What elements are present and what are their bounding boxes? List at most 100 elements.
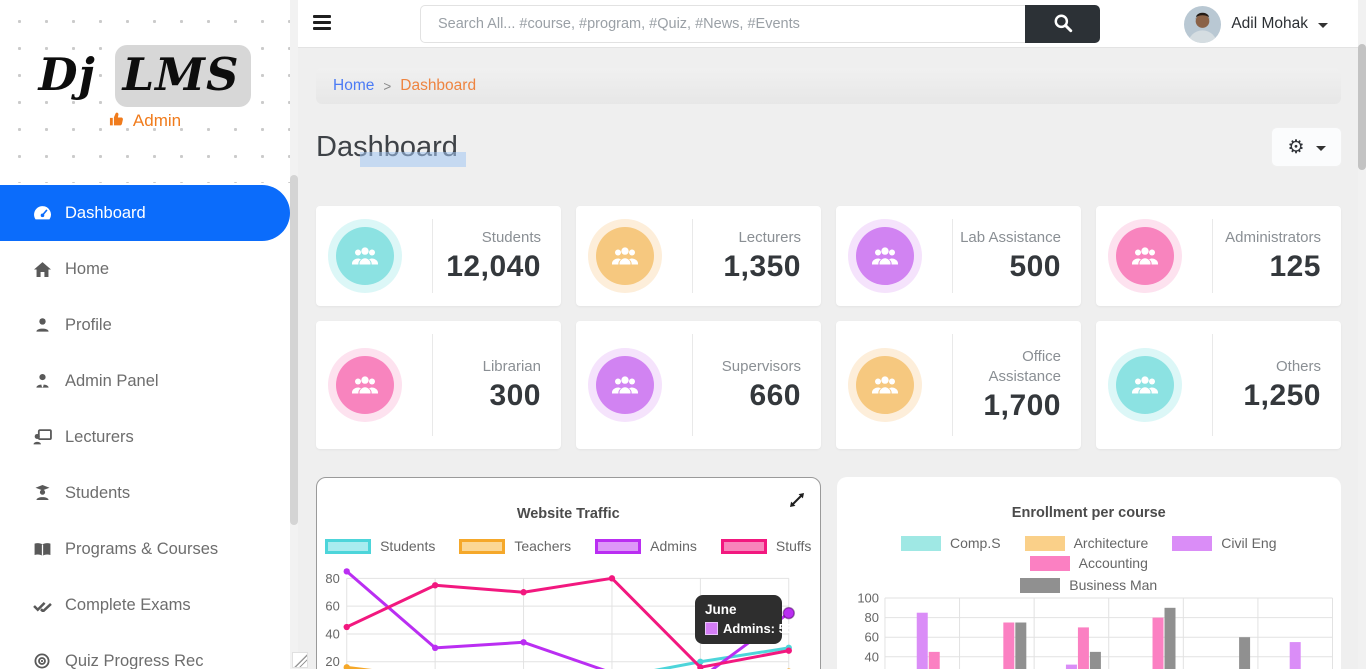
legend-swatch (1172, 536, 1212, 551)
stat-icon-ring (1108, 219, 1182, 293)
admin-role-link[interactable]: Admin (109, 111, 181, 132)
stat-label: Office Assistance (957, 347, 1061, 388)
legend-label: Teachers (514, 538, 571, 554)
legend-item[interactable]: Architecture (1025, 535, 1149, 551)
sidebar-item-lecturers[interactable]: Lecturers (0, 409, 290, 465)
legend-label: Students (380, 538, 435, 554)
topbar: Adil Mohak (298, 0, 1358, 48)
tooltip-title: June (705, 602, 772, 617)
stat-value: 125 (1225, 250, 1321, 284)
divider (432, 219, 433, 293)
search-input[interactable] (420, 5, 1025, 43)
stat-card-administrators: Administrators125 (1096, 206, 1341, 306)
stat-value: 500 (960, 250, 1061, 284)
stat-icon-ring (328, 348, 402, 422)
stat-label: Supervisors (722, 357, 801, 377)
stat-value: 1,700 (957, 389, 1061, 423)
stat-value: 12,040 (446, 250, 541, 284)
svg-text:40: 40 (864, 649, 878, 664)
settings-dropdown-button[interactable]: ⚙ (1272, 128, 1341, 166)
legend-item[interactable]: Business Man (1020, 577, 1157, 593)
users-group-icon (856, 356, 914, 414)
legend-item[interactable]: Teachers (459, 538, 571, 554)
users-group-icon (596, 356, 654, 414)
sidebar-item-quiz-progress[interactable]: Quiz Progress Rec (0, 633, 290, 669)
stat-card-supervisors: Supervisors660 (576, 321, 821, 449)
bullseye-icon (32, 653, 52, 669)
svg-text:40: 40 (325, 626, 339, 641)
logo-highlight: LMS (115, 45, 252, 107)
sidebar-item-dashboard[interactable]: Dashboard (0, 185, 290, 241)
main-area: Adil Mohak Home > Dashboard Dashboard ⚙ … (298, 0, 1358, 669)
sidebar-item-profile[interactable]: Profile (0, 297, 290, 353)
sidebar-scrollbar-thumb[interactable] (290, 175, 298, 525)
stat-label: Lab Assistance (960, 228, 1061, 248)
app-logo[interactable]: Dj LMS (39, 52, 252, 97)
avatar (1184, 6, 1221, 43)
sidebar-item-complete-exams[interactable]: Complete Exams (0, 577, 290, 633)
page-scrollbar-thumb[interactable] (1358, 44, 1366, 170)
user-menu[interactable]: Adil Mohak (1184, 5, 1328, 43)
legend-item[interactable]: Students (325, 538, 435, 554)
users-group-icon (336, 227, 394, 285)
breadcrumb-home-link[interactable]: Home (333, 77, 374, 95)
users-group-icon (1116, 356, 1174, 414)
legend-item[interactable]: Accounting (1030, 555, 1148, 571)
divider (1212, 219, 1213, 293)
legend-label: Comp.S (950, 535, 1001, 551)
sidebar-item-admin-panel[interactable]: Admin Panel (0, 353, 290, 409)
legend-swatch (595, 539, 641, 554)
logo-prefix: Dj (39, 48, 96, 101)
divider (1212, 334, 1213, 436)
stat-card-students: Students12,040 (316, 206, 561, 306)
chart-legend: Students Teachers Admins Stuffs (317, 538, 820, 554)
sidebar-item-programs-courses[interactable]: Programs & Courses (0, 521, 290, 577)
expand-icon[interactable] (787, 490, 807, 515)
check-double-icon (32, 599, 52, 612)
stat-icon-ring (588, 219, 662, 293)
chevron-down-icon (1316, 146, 1326, 151)
gauge-icon (32, 205, 52, 221)
stat-icon-ring (848, 348, 922, 422)
sidebar-item-label: Lecturers (65, 428, 134, 447)
website-traffic-chart-card: Website Traffic StudentsTeachersAdminsSt… (316, 477, 821, 669)
chart-title: Enrollment per course (837, 477, 1342, 521)
breadcrumb-current[interactable]: Dashboard (400, 77, 476, 95)
chart-legend: Comp.S Architecture Civil Eng Accounting (837, 535, 1342, 571)
divider (432, 334, 433, 436)
legend-item[interactable]: Admins (595, 538, 697, 554)
legend-item[interactable]: Stuffs (721, 538, 812, 554)
sidebar-item-label: Quiz Progress Rec (65, 652, 203, 669)
breadcrumb-separator: > (383, 79, 391, 94)
text-selection-highlight (360, 152, 466, 167)
legend-item[interactable]: Civil Eng (1172, 535, 1276, 551)
chart-title: Website Traffic (317, 478, 820, 522)
sidebar-item-students[interactable]: Students (0, 465, 290, 521)
search-icon (1053, 13, 1073, 36)
stat-value: 660 (722, 379, 801, 413)
enrollment-chart-card: Enrollment per course Comp.S Architecture… (837, 477, 1342, 669)
legend-item[interactable]: Comp.S (901, 535, 1001, 551)
legend-swatch (459, 539, 505, 554)
stat-label: Students (482, 228, 541, 248)
stat-value: 1,350 (723, 250, 801, 284)
user-graduate-icon (32, 485, 52, 501)
stat-card-lab-assistance: Lab Assistance500 (836, 206, 1081, 306)
sidebar-nav: Dashboard Home Profile Admin Panel Lectu… (0, 185, 290, 669)
sidebar-scrollbar[interactable] (290, 0, 298, 669)
page-scrollbar[interactable] (1358, 0, 1366, 669)
user-name: Adil Mohak (1231, 15, 1308, 33)
resize-grip[interactable] (292, 652, 308, 668)
sidebar-item-label: Dashboard (65, 204, 146, 223)
sidebar-item-label: Profile (65, 316, 112, 335)
search-button[interactable] (1025, 5, 1100, 43)
charts-row: Website Traffic StudentsTeachersAdminsSt… (316, 477, 1341, 669)
hamburger-menu-button[interactable] (313, 15, 331, 33)
sidebar-item-home[interactable]: Home (0, 241, 290, 297)
sidebar-item-label: Programs & Courses (65, 540, 218, 559)
breadcrumb: Home > Dashboard (316, 68, 1341, 104)
stat-card-office-assistance: Office Assistance1,700 (836, 321, 1081, 449)
legend-swatch (721, 539, 767, 554)
search-bar (420, 5, 1100, 43)
stat-card-lecturers: Lecturers1,350 (576, 206, 821, 306)
